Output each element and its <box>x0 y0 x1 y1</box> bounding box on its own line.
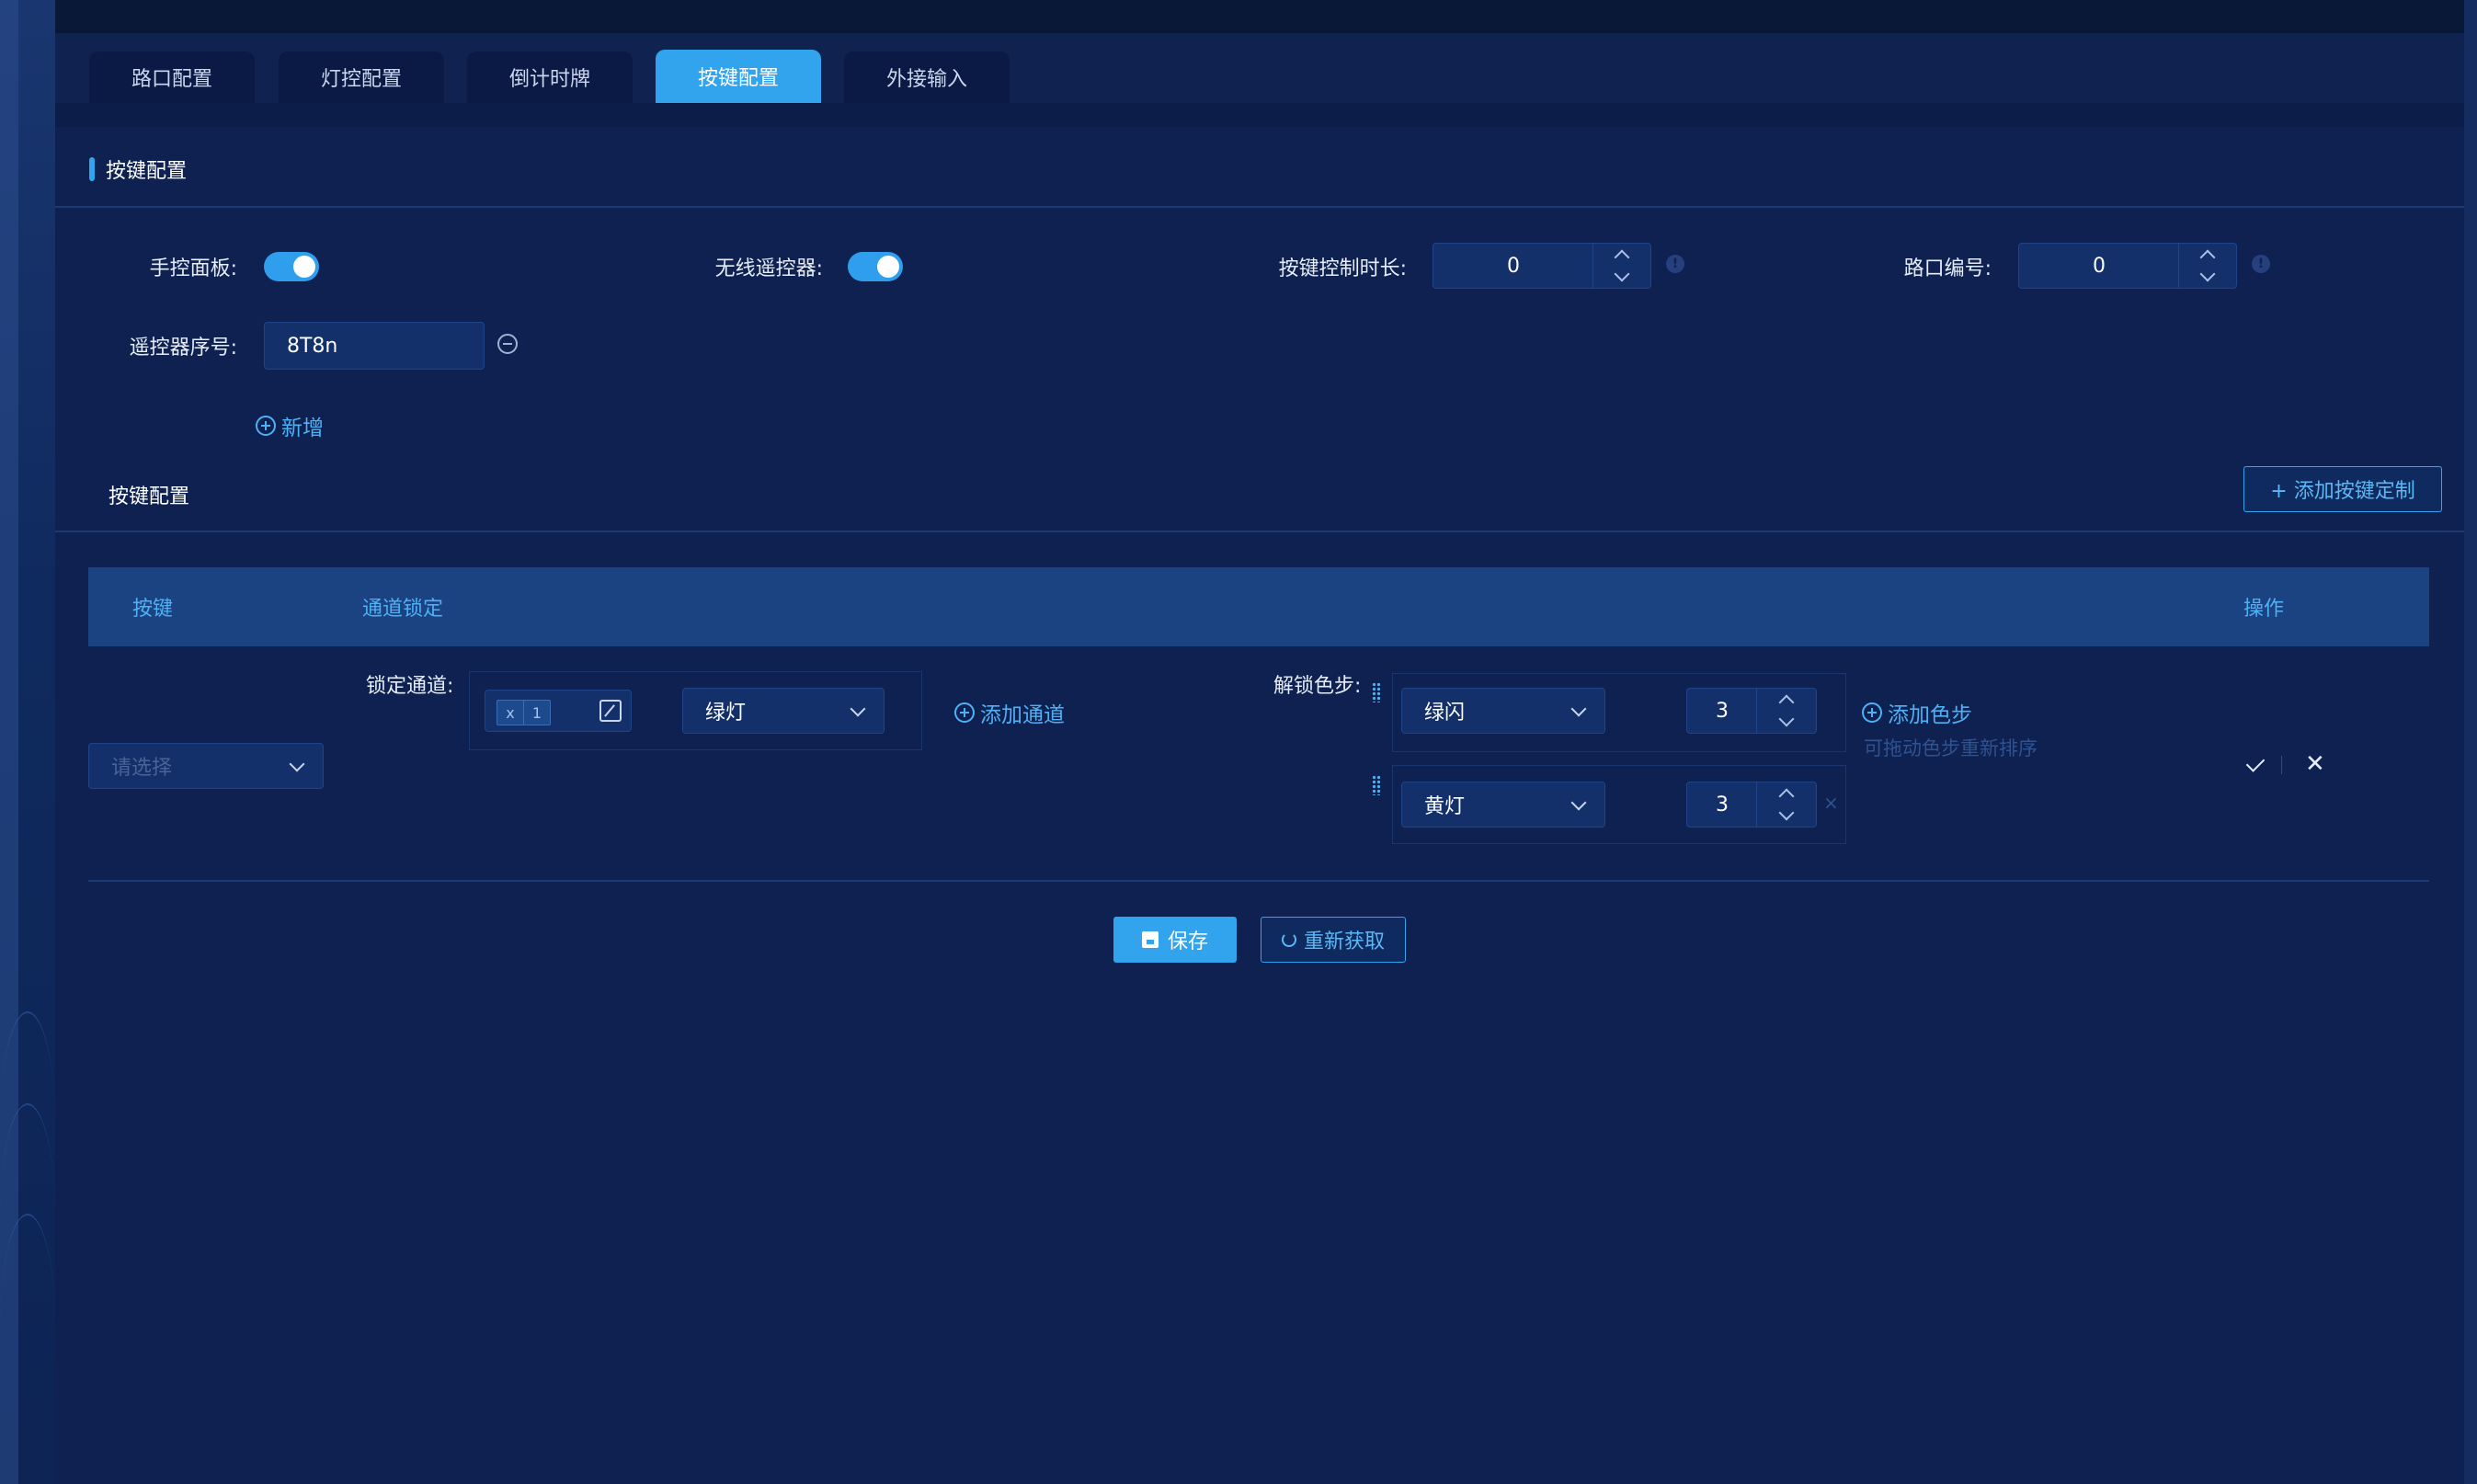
remote-serial-input[interactable]: 8T8n <box>264 322 485 370</box>
chevron-down-icon <box>1570 794 1587 811</box>
chevron-up-icon[interactable] <box>1614 249 1630 266</box>
toggle-knob <box>293 256 315 278</box>
chevron-down-icon[interactable] <box>2199 266 2216 282</box>
right-background-strip <box>2464 0 2477 1484</box>
chevron-down-icon[interactable] <box>1614 266 1630 282</box>
key-config-title: 按键配置 <box>108 485 190 508</box>
key-select[interactable]: 请选择 <box>88 743 324 789</box>
tab-light-control-config[interactable]: 灯控配置 <box>279 51 444 103</box>
wireless-remote-toggle[interactable] <box>848 252 903 281</box>
column-channel-lock: 通道锁定 <box>362 598 444 621</box>
tag-remove[interactable]: x <box>497 701 523 725</box>
save-button[interactable]: 保存 <box>1113 917 1237 963</box>
wireless-remote-label: 无线遥控器: <box>714 257 823 280</box>
chevron-up-icon[interactable] <box>2199 249 2216 266</box>
toggle-knob <box>877 256 899 278</box>
section-title: 按键配置 <box>89 156 187 183</box>
step-duration-input[interactable]: 3 <box>1686 782 1817 828</box>
manual-panel-label: 手控面板: <box>149 257 237 280</box>
divider <box>88 880 2429 882</box>
minus-circle-icon[interactable] <box>497 334 518 354</box>
close-icon[interactable]: ✕ <box>2305 752 2325 776</box>
remove-step-icon[interactable]: × <box>1823 792 1839 814</box>
drag-handle-icon[interactable] <box>1372 682 1381 702</box>
step-color-select[interactable]: 绿闪 <box>1401 688 1605 734</box>
step-duration-value: 3 <box>1716 793 1729 816</box>
chevron-down-icon <box>289 756 305 772</box>
channel-tag[interactable]: x 1 <box>497 700 551 725</box>
divider <box>55 531 2464 532</box>
crossing-id-stepper[interactable] <box>2178 244 2236 288</box>
top-strip <box>0 0 2477 33</box>
refetch-button[interactable]: 重新获取 <box>1261 917 1406 963</box>
tab-crossing-config[interactable]: 路口配置 <box>89 51 255 103</box>
plus-circle-icon <box>954 702 975 723</box>
column-actions: 操作 <box>2243 598 2285 621</box>
tab-external-input[interactable]: 外接输入 <box>844 51 1010 103</box>
duration-label: 按键控制时长: <box>1278 257 1407 280</box>
chevron-up-icon[interactable] <box>1778 788 1795 805</box>
remote-serial-label: 遥控器序号: <box>129 337 237 360</box>
channel-tag-input[interactable]: x 1 <box>485 690 632 732</box>
chevron-down-icon <box>1570 701 1587 717</box>
add-step-link[interactable]: 添加色步 <box>1862 697 1972 728</box>
tag-value: 1 <box>523 701 550 725</box>
step-color-select[interactable]: 黄灯 <box>1401 782 1605 828</box>
step-duration-value: 3 <box>1716 699 1729 723</box>
duration-value: 0 <box>1507 254 1520 278</box>
tab-countdown[interactable]: 倒计时牌 <box>467 51 633 103</box>
unlock-steps-label: 解锁色步: <box>1273 675 1362 698</box>
plus-circle-icon <box>1862 702 1882 723</box>
save-icon <box>1141 931 1159 948</box>
drag-handle-icon[interactable] <box>1372 775 1381 795</box>
step-duration-stepper[interactable] <box>1756 689 1816 733</box>
add-key-custom-button[interactable]: + 添加按键定制 <box>2243 466 2442 512</box>
add-channel-link[interactable]: 添加通道 <box>954 697 1065 728</box>
plus-circle-icon <box>256 416 276 436</box>
duration-input[interactable]: 0 <box>1433 243 1651 289</box>
step-duration-stepper[interactable] <box>1756 782 1816 827</box>
add-remote-link[interactable]: 新增 <box>256 410 324 441</box>
edit-icon[interactable] <box>599 700 622 722</box>
column-key: 按键 <box>132 598 174 621</box>
info-icon: ! <box>1666 255 1684 273</box>
crossing-id-input[interactable]: 0 <box>2018 243 2237 289</box>
action-separator <box>2281 756 2282 774</box>
info-icon: ! <box>2252 255 2270 273</box>
tab-key-config[interactable]: 按键配置 <box>656 50 821 103</box>
left-background-decoration <box>0 0 55 1484</box>
chevron-down-icon[interactable] <box>1778 711 1795 727</box>
drag-hint: 可拖动色步重新排序 <box>1864 737 2038 759</box>
chevron-down-icon[interactable] <box>1778 805 1795 821</box>
chevron-up-icon[interactable] <box>1778 694 1795 711</box>
divider <box>55 206 2464 208</box>
step-duration-input[interactable]: 3 <box>1686 688 1817 734</box>
refresh-icon <box>1281 932 1296 947</box>
title-accent-bar <box>89 157 95 181</box>
chevron-down-icon <box>850 701 866 717</box>
manual-panel-toggle[interactable] <box>264 252 319 281</box>
crossing-id-value: 0 <box>2093 254 2106 278</box>
lock-channel-label: 锁定通道: <box>366 675 454 698</box>
duration-stepper[interactable] <box>1592 244 1650 288</box>
crossing-id-label: 路口编号: <box>1903 257 1992 280</box>
channel-color-select[interactable]: 绿灯 <box>682 688 885 734</box>
